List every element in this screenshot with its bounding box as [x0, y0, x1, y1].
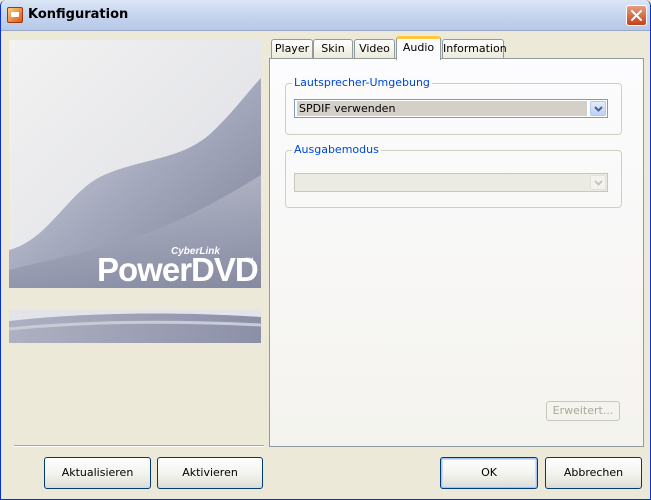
left-separator — [14, 445, 264, 447]
config-window: Konfiguration CyberLink PowerDVD ™ Playe… — [0, 0, 651, 500]
tab-label: Player — [274, 42, 310, 55]
output-mode-group: Ausgabemodus — [285, 143, 622, 208]
app-icon — [7, 7, 23, 23]
close-button[interactable] — [626, 5, 647, 26]
audio-tab-panel: Lautsprecher-Umgebung SPDIF verwenden Au… — [269, 58, 644, 447]
speaker-select-arrow[interactable] — [590, 101, 606, 116]
tab-label: Audio — [402, 41, 435, 54]
powerdvd-text: PowerDVD — [97, 251, 259, 288]
dialog-client-area: CyberLink PowerDVD ™ Player Skin Video A… — [4, 31, 649, 497]
chevron-down-icon — [594, 180, 603, 186]
activate-button[interactable]: Aktivieren — [157, 457, 263, 489]
logo-band — [9, 309, 261, 343]
tab-label: Video — [359, 42, 390, 55]
tab-label: Skin — [321, 42, 345, 55]
tab-control: Player Skin Video Audio Information Laut… — [269, 36, 644, 447]
tab-information[interactable]: Information — [442, 39, 507, 59]
tab-skin[interactable]: Skin — [313, 39, 353, 59]
output-select-value — [297, 175, 587, 190]
cancel-button[interactable]: Abbrechen — [545, 457, 642, 489]
tab-audio[interactable]: Audio — [396, 36, 441, 60]
speaker-group-label: Lautsprecher-Umgebung — [292, 76, 432, 89]
tab-player[interactable]: Player — [271, 39, 313, 59]
update-button[interactable]: Aktualisieren — [44, 457, 151, 489]
speaker-environment-group: Lautsprecher-Umgebung SPDIF verwenden — [285, 76, 622, 135]
powerdvd-logo-panel: CyberLink PowerDVD ™ — [9, 40, 261, 288]
trademark-text: ™ — [245, 256, 254, 266]
tab-label: Information — [443, 42, 507, 55]
band-background — [9, 309, 261, 343]
output-mode-select[interactable] — [294, 173, 608, 192]
output-select-arrow[interactable] — [590, 175, 606, 190]
advanced-button[interactable]: Erweitert... — [546, 401, 620, 421]
speaker-environment-select[interactable]: SPDIF verwenden — [294, 99, 608, 118]
speaker-select-value: SPDIF verwenden — [297, 101, 587, 116]
window-title: Konfiguration — [28, 7, 129, 22]
ok-button[interactable]: OK — [440, 457, 538, 489]
output-group-label: Ausgabemodus — [292, 143, 381, 156]
title-bar[interactable]: Konfiguration — [1, 0, 650, 31]
close-icon — [631, 10, 642, 21]
chevron-down-icon — [594, 106, 603, 112]
tab-video[interactable]: Video — [354, 39, 395, 59]
